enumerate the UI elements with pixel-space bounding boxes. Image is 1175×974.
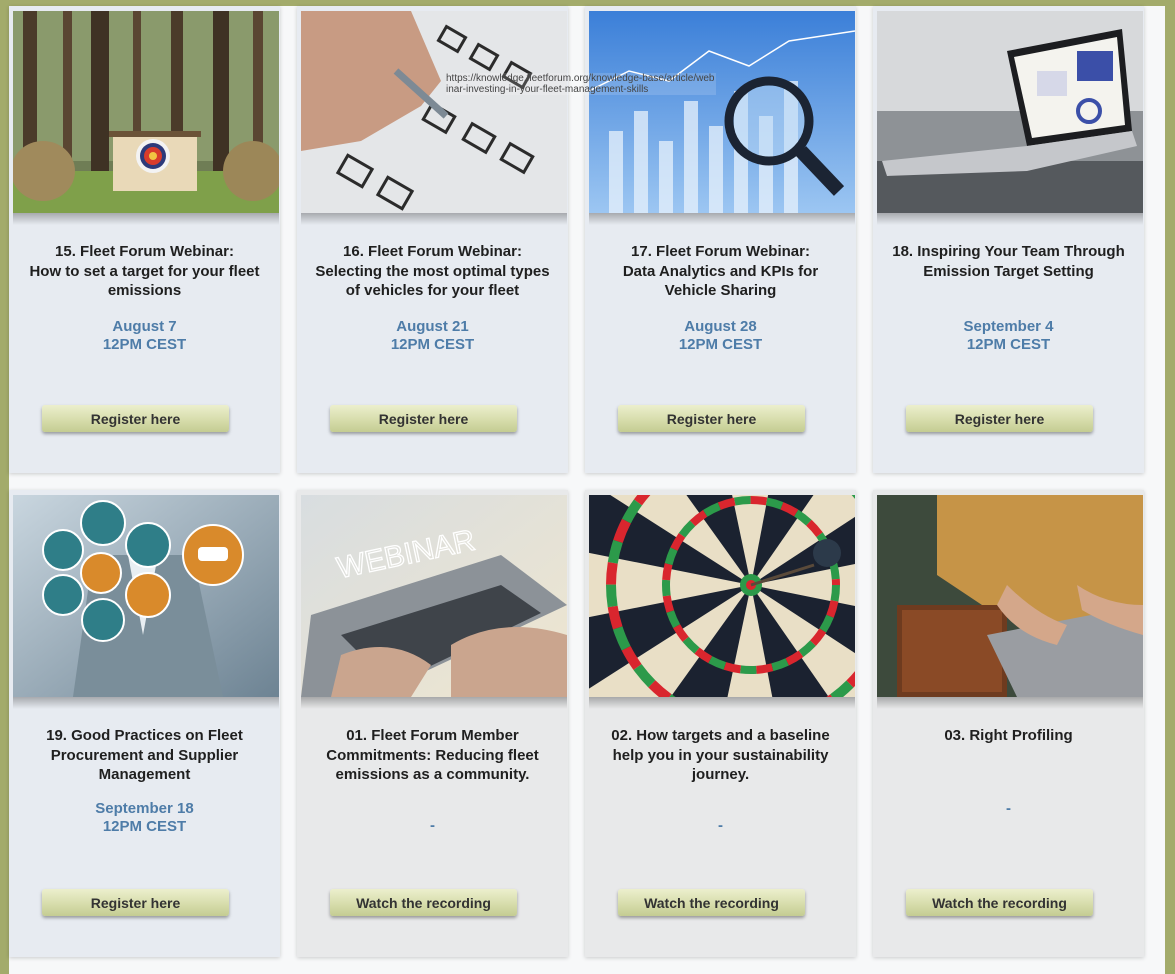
webinar-date: September 18 12PM CEST	[95, 800, 194, 835]
image-shadow	[13, 697, 279, 709]
register-button[interactable]: Register here	[42, 889, 229, 916]
register-button[interactable]: Register here	[906, 405, 1093, 432]
watch-recording-button[interactable]: Watch the recording	[906, 889, 1093, 916]
webinar-date: September 4 12PM CEST	[963, 318, 1054, 353]
watch-recording-button[interactable]: Watch the recording	[618, 889, 805, 916]
webinar-date: -	[430, 817, 435, 834]
webinar-title: 18. Inspiring Your Team Through Emission…	[892, 243, 1125, 280]
webinar-card-18: 18. Inspiring Your Team Through Emission…	[873, 6, 1144, 473]
webinar-title: 17. Fleet Forum Webinar: Data Analytics …	[622, 243, 819, 299]
register-button[interactable]: Register here	[42, 405, 229, 432]
webinar-card-15: 15. Fleet Forum Webinar: How to set a ta…	[9, 6, 280, 473]
webinar-date: August 28 12PM CEST	[678, 318, 763, 353]
recording-card-02: 02. How targets and a baseline help you …	[585, 490, 856, 957]
webinar-card-19: 19. Good Practices on Fleet Procurement …	[9, 490, 280, 957]
image-shadow	[877, 697, 1143, 709]
register-button[interactable]: Register here	[330, 405, 517, 432]
webinar-title: 19. Good Practices on Fleet Procurement …	[46, 727, 243, 783]
webinar-date: August 7 12PM CEST	[102, 318, 187, 353]
watch-recording-button[interactable]: Watch the recording	[330, 889, 517, 916]
checklist-pen-image	[301, 11, 567, 213]
data-analytics-magnifier-image	[589, 11, 855, 213]
image-shadow	[301, 213, 567, 225]
webinar-date: -	[1006, 800, 1011, 817]
laptop-dashboard-image	[877, 11, 1143, 213]
webinar-title: 15. Fleet Forum Webinar: How to set a ta…	[29, 243, 260, 299]
webinar-title: 02. How targets and a baseline help you …	[611, 727, 830, 783]
webinar-title: 03. Right Profiling	[944, 727, 1073, 744]
image-shadow	[301, 697, 567, 709]
image-shadow	[877, 213, 1143, 225]
image-shadow	[589, 697, 855, 709]
image-shadow	[589, 213, 855, 225]
webinar-laptop-image: WEBINAR	[301, 495, 567, 697]
recording-card-03: 03. Right Profiling - Watch the recordin…	[873, 490, 1144, 957]
link-url-tooltip: https://knowledge.fleetforum.org/knowled…	[446, 73, 716, 95]
woman-laptop-sweater-image	[877, 495, 1143, 697]
webinar-title: 16. Fleet Forum Webinar: Selecting the m…	[315, 243, 550, 299]
webinar-date: August 21 12PM CEST	[390, 318, 475, 353]
webinar-grid: 15. Fleet Forum Webinar: How to set a ta…	[9, 6, 1144, 957]
recording-card-01: WEBINAR 01. Fleet Forum Member Commitmen…	[297, 490, 568, 957]
ev-charging-icons-businessman-image	[13, 495, 279, 697]
dartboard-bullseye-image	[589, 495, 855, 697]
webinar-title: 01. Fleet Forum Member Commitments: Redu…	[326, 727, 539, 783]
webinar-date: -	[718, 817, 723, 834]
register-button[interactable]: Register here	[618, 405, 805, 432]
image-shadow	[13, 213, 279, 225]
archery-target-in-forest-image	[13, 11, 279, 213]
